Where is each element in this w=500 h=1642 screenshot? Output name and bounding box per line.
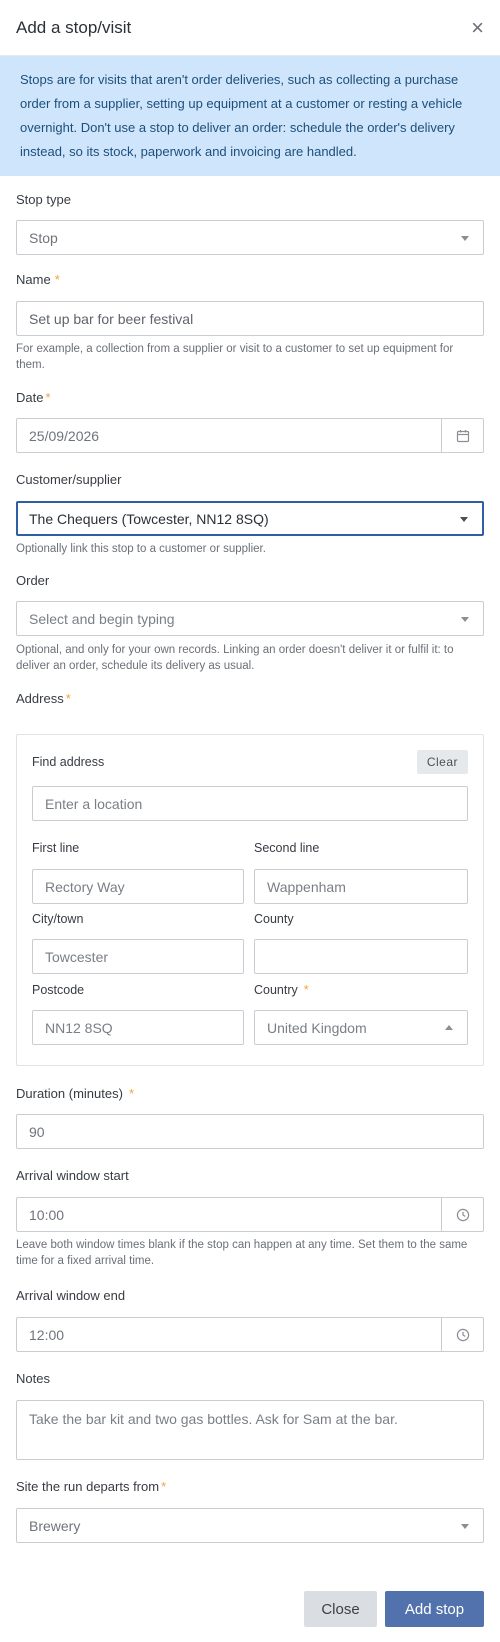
date-input[interactable]: 25/09/2026 [16,418,484,453]
notes-label: Notes [16,1371,50,1386]
notes-textarea[interactable]: Take the bar kit and two gas bottles. As… [16,1400,484,1460]
clear-address-button[interactable]: Clear [416,750,468,774]
chevron-down-icon [461,616,469,622]
window-start-label: Arrival window start [16,1168,129,1183]
stop-type-value: Stop [29,229,58,246]
name-input[interactable]: Set up bar for beer festival [16,301,484,336]
customer-value: The Chequers (Towcester, NN12 8SQ) [29,510,269,527]
date-value: 25/09/2026 [29,427,100,444]
order-help: Optional, and only for your own records.… [16,644,454,672]
customer-select[interactable]: The Chequers (Towcester, NN12 8SQ) [16,501,484,536]
window-end-input[interactable]: 12:00 [16,1317,484,1352]
county-label: County [254,912,294,926]
customer-help: Optionally link this stop to a customer … [16,543,266,555]
calendar-icon[interactable] [441,419,483,452]
first-line-label: First line [32,841,80,855]
duration-input[interactable]: 90 [16,1114,484,1149]
required-marker: * [161,1479,167,1494]
city-label: City/town [32,912,84,926]
clock-icon[interactable] [441,1198,483,1231]
country-label: Country * [254,983,309,997]
modal-title: Add a stop/visit [16,17,132,37]
postcode-label: Postcode [32,983,85,997]
find-address-placeholder: Enter a location [45,795,143,812]
order-placeholder: Select and begin typing [29,610,175,627]
required-marker: * [65,691,71,706]
add-stop-button[interactable]: Add stop [385,1591,484,1627]
modal-header: Add a stop/visit × [0,0,500,56]
site-label: Site the run departs from * [16,1479,167,1494]
required-marker: * [303,983,309,997]
city-input[interactable]: Towcester [32,939,244,974]
required-marker: * [128,1086,134,1101]
order-select[interactable]: Select and begin typing [16,601,484,636]
clock-icon[interactable] [441,1318,483,1351]
address-label: Address * [16,691,71,706]
country-select[interactable]: United Kingdom [254,1010,468,1045]
close-button[interactable]: Close [304,1591,377,1627]
order-label: Order [16,573,50,588]
site-select[interactable]: Brewery [16,1508,484,1543]
required-marker: * [54,272,60,287]
duration-label: Duration (minutes) * [16,1086,134,1101]
county-input[interactable] [254,939,468,974]
required-marker: * [45,390,51,405]
name-label: Name * [16,272,60,287]
close-icon[interactable]: × [471,16,484,39]
add-stop-modal: Add a stop/visit × Stops are for visits … [0,0,500,1642]
date-label: Date * [16,390,51,405]
find-address-input[interactable]: Enter a location [32,786,468,821]
window-start-input[interactable]: 10:00 [16,1197,484,1232]
second-line-input[interactable]: Wappenham [254,869,468,904]
second-line-label: Second line [254,841,320,855]
postcode-input[interactable]: NN12 8SQ [32,1010,244,1045]
find-address-label: Find address [32,755,105,769]
window-help: Leave both window times blank if the sto… [16,1239,468,1267]
name-value: Set up bar for beer festival [29,310,194,327]
stop-type-select[interactable]: Stop [16,220,484,255]
customer-label: Customer/supplier [16,472,122,487]
chevron-up-icon [445,1024,453,1030]
name-help: For example, a collection from a supplie… [16,343,454,371]
stop-type-label: Stop type [16,192,71,207]
window-end-label: Arrival window end [16,1288,126,1303]
info-banner: Stops are for visits that aren't order d… [0,56,500,176]
chevron-down-icon [461,1523,469,1529]
chevron-down-icon [460,516,468,522]
first-line-input[interactable]: Rectory Way [32,869,244,904]
address-panel: Find address Clear Enter a location Firs… [16,734,484,1066]
chevron-down-icon [461,235,469,241]
